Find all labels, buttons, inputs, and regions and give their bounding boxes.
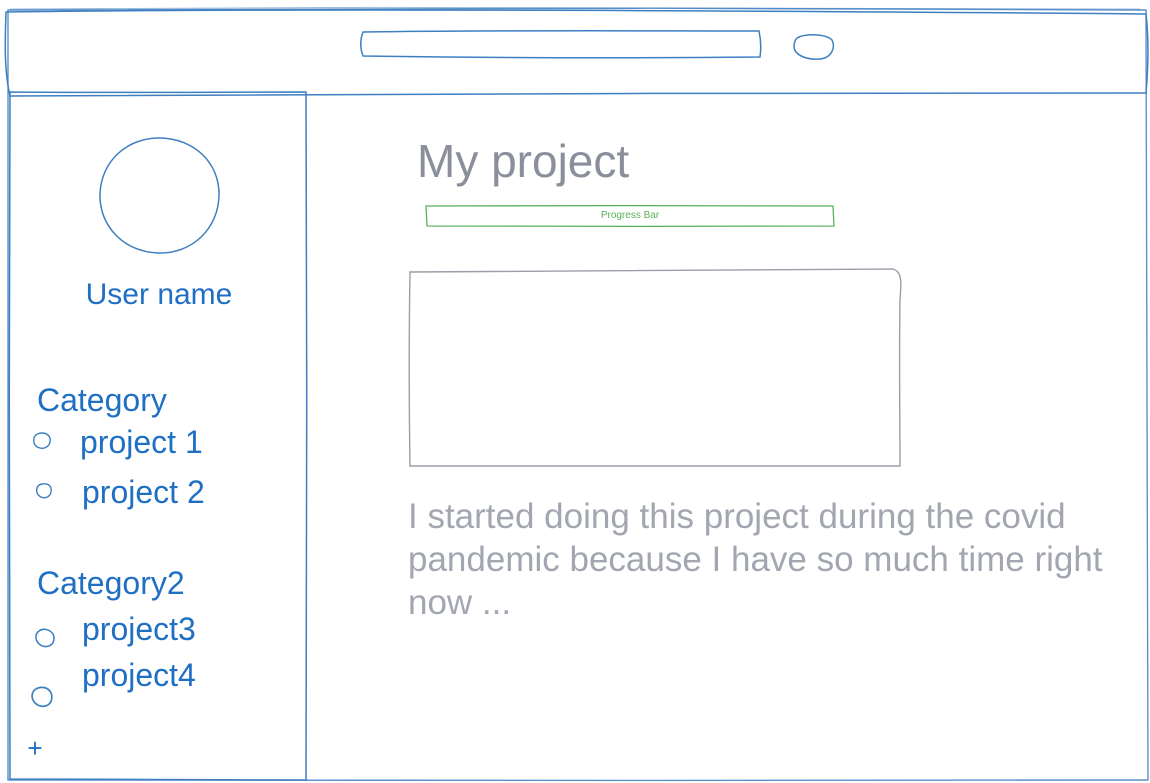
radio-circle-icon[interactable] — [30, 685, 54, 709]
search-input[interactable] — [364, 32, 758, 54]
search-button[interactable] — [793, 34, 833, 60]
user-name: User name — [85, 278, 233, 311]
sidebar-item-label: project 1 — [80, 424, 203, 460]
category-heading: Category2 — [37, 565, 185, 601]
sidebar-item-label: project4 — [82, 657, 196, 693]
radio-circle-icon[interactable] — [34, 482, 54, 500]
wireframe-page: User name Category project 1 project 2 C… — [0, 0, 1150, 783]
add-project-button[interactable]: + — [22, 734, 48, 762]
progress-bar: Progress Bar — [600, 210, 660, 221]
sidebar-item-label: project3 — [82, 611, 196, 647]
radio-circle-icon[interactable] — [34, 627, 56, 649]
image-placeholder — [409, 268, 901, 467]
radio-circle-icon[interactable] — [32, 432, 52, 450]
project-description: I started doing this project during the … — [408, 497, 1103, 622]
avatar[interactable] — [98, 137, 220, 255]
page-title: My project — [417, 135, 630, 187]
sidebar-item-label: project 2 — [82, 474, 205, 510]
category-heading: Category — [37, 382, 167, 418]
